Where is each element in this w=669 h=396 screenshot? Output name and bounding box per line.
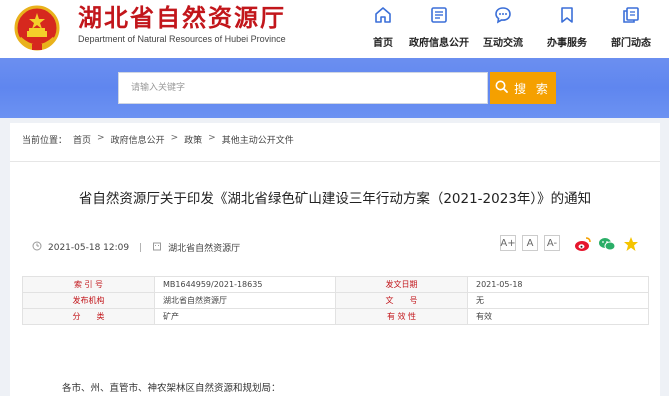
info-value: 湖北省自然资源厅: [154, 292, 336, 309]
content-panel: 当前位置： 首页 > 政府信息公开 > 政策 > 其他主动公开文件 省自然资源厅…: [10, 123, 660, 396]
search-button[interactable]: 搜 索: [490, 72, 556, 104]
bookmark-icon: [556, 4, 578, 26]
article-body-first-line: 各市、州、直管市、神农架林区自然资源和规划局：: [62, 383, 281, 394]
nav-item-dept-news[interactable]: 部门动态: [599, 4, 663, 49]
search-band: 请输入关键字 搜 索: [0, 58, 669, 118]
breadcrumb-separator: >: [97, 133, 105, 143]
info-key: 文 号: [335, 292, 468, 309]
wechat-icon[interactable]: [598, 235, 616, 253]
font-size-controls: A+ A A-: [500, 235, 560, 251]
nav-label: 政府信息公开: [409, 38, 469, 49]
building-icon: [152, 241, 162, 254]
table-row: 索 引 号 MB1644959/2021-18635 发文日期 2021-05-…: [22, 276, 649, 293]
document-info-table: 索 引 号 MB1644959/2021-18635 发文日期 2021-05-…: [22, 276, 649, 325]
search-button-label: 搜 索: [514, 81, 551, 96]
search-input[interactable]: 请输入关键字: [118, 72, 488, 104]
table-row: 发布机构 湖北省自然资源厅 文 号 无: [22, 292, 649, 309]
font-size-decrease-button[interactable]: A-: [544, 235, 560, 251]
share-tools: [574, 235, 640, 253]
publisher: 湖北省自然资源厅: [168, 244, 241, 254]
article-meta: 2021-05-18 12:09 | 湖北省自然资源厅: [32, 241, 240, 254]
copy-document-icon: [620, 4, 642, 26]
nav-label: 首页: [373, 38, 393, 49]
divider: [10, 161, 660, 162]
info-key: 有 效 性: [335, 308, 468, 325]
breadcrumb-separator: >: [170, 133, 179, 143]
info-value: MB1644959/2021-18635: [154, 276, 336, 293]
info-key: 发布机构: [22, 292, 155, 309]
main-nav: 首页 政府信息公开 互动交流 办事服务 部门动态: [359, 4, 663, 49]
info-value: 无: [467, 292, 649, 309]
table-row: 分 类 矿产 有 效 性 有效: [22, 308, 649, 325]
document-list-icon: [428, 4, 450, 26]
breadcrumb-item-gov-info[interactable]: 政府信息公开: [111, 133, 165, 146]
home-icon: [372, 4, 394, 26]
nav-label: 部门动态: [611, 38, 651, 49]
font-size-default-button[interactable]: A: [522, 235, 538, 251]
page-title: 省自然资源厅关于印发《湖北省绿色矿山建设三年行动方案（2021-2023年）》的…: [78, 191, 592, 207]
nav-item-interaction[interactable]: 互动交流: [471, 4, 535, 49]
site-subtitle: Department of Natural Resources of Hubei…: [78, 34, 286, 44]
font-size-increase-button[interactable]: A+: [500, 235, 516, 251]
breadcrumb-separator: >: [208, 133, 216, 143]
weibo-icon[interactable]: [574, 235, 592, 253]
nav-item-gov-info[interactable]: 政府信息公开: [407, 4, 471, 49]
breadcrumb-item-policy[interactable]: 政策: [184, 133, 202, 146]
info-value: 有效: [467, 308, 649, 325]
nav-label: 互动交流: [483, 38, 523, 49]
favorite-star-icon[interactable]: [622, 235, 640, 253]
info-value: 2021-05-18: [467, 276, 649, 293]
national-emblem-icon: [14, 5, 60, 51]
clock-icon: [32, 241, 42, 254]
site-header: 湖北省自然资源厅 Department of Natural Resources…: [0, 0, 669, 58]
nav-label: 办事服务: [547, 38, 587, 49]
breadcrumb-item-other-files[interactable]: 其他主动公开文件: [222, 133, 294, 146]
nav-item-home[interactable]: 首页: [359, 4, 407, 49]
site-title[interactable]: 湖北省自然资源厅: [78, 3, 286, 33]
breadcrumb-prefix: 当前位置：: [22, 136, 68, 146]
info-key: 索 引 号: [22, 276, 155, 293]
info-value: 矿产: [154, 308, 336, 325]
search-icon: [495, 80, 508, 96]
nav-item-services[interactable]: 办事服务: [535, 4, 599, 49]
meta-separator: |: [139, 242, 143, 253]
chat-bubble-icon: [492, 4, 514, 26]
info-key: 分 类: [22, 308, 155, 325]
publish-datetime: 2021-05-18 12:09: [48, 242, 130, 253]
breadcrumb-item-home[interactable]: 首页: [73, 133, 91, 146]
breadcrumb: 当前位置： 首页 > 政府信息公开 > 政策 > 其他主动公开文件: [22, 133, 294, 146]
info-key: 发文日期: [335, 276, 468, 293]
